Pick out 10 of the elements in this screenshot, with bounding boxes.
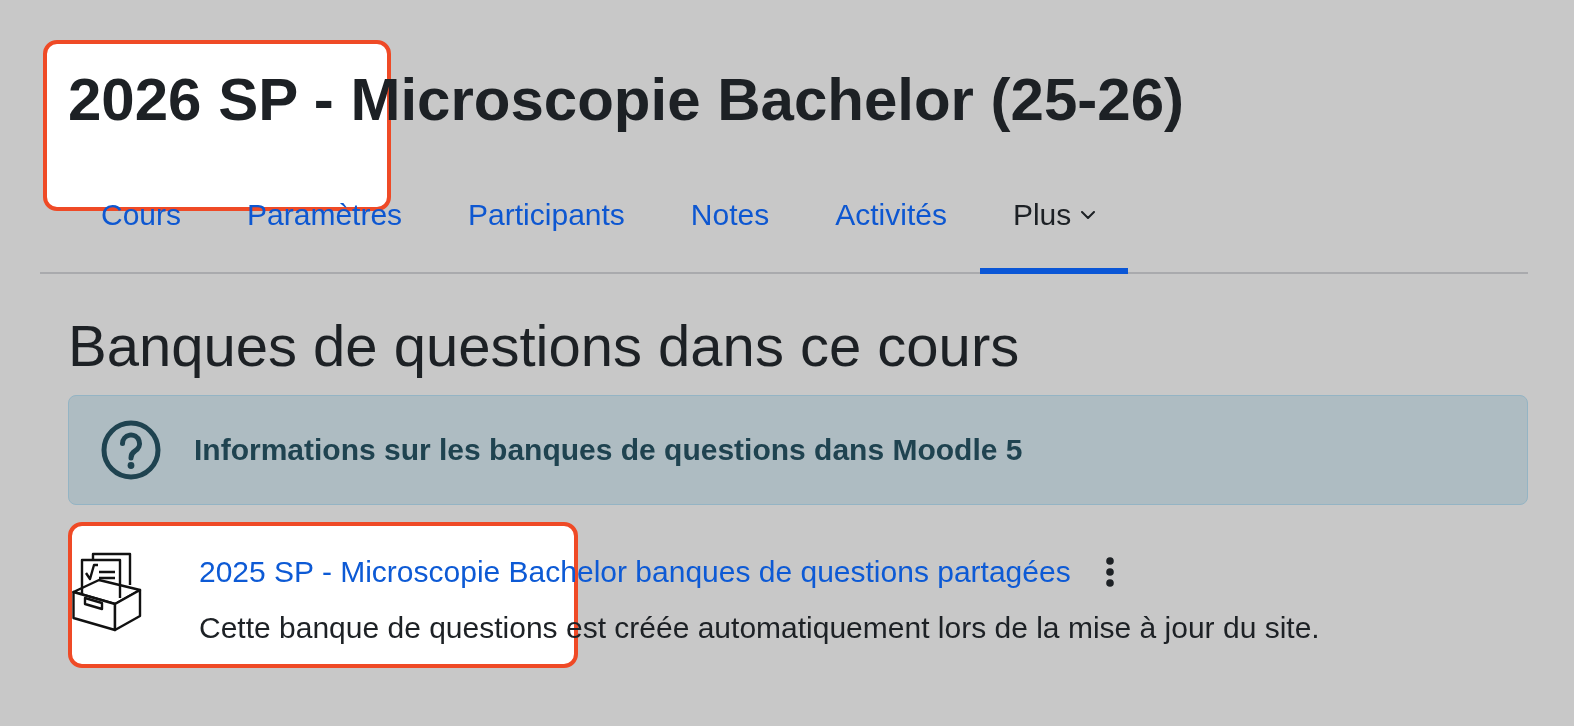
nav-tab[interactable]: Participants [435, 177, 658, 274]
file-box-icon [72, 552, 142, 632]
help-icon [101, 420, 161, 480]
nav-tab[interactable]: Plus [979, 177, 1129, 274]
page-heading: Banques de questions dans ce cours [68, 312, 1021, 380]
nav-tab[interactable]: Activités [802, 177, 980, 274]
info-alert-title[interactable]: Informations sur les banques de questions dans Moodle 5 [194, 432, 1023, 468]
more-menu-icon[interactable] [1104, 557, 1115, 587]
nav-tab[interactable]: Notes [657, 177, 803, 274]
chevron-down-icon [1081, 211, 1096, 219]
